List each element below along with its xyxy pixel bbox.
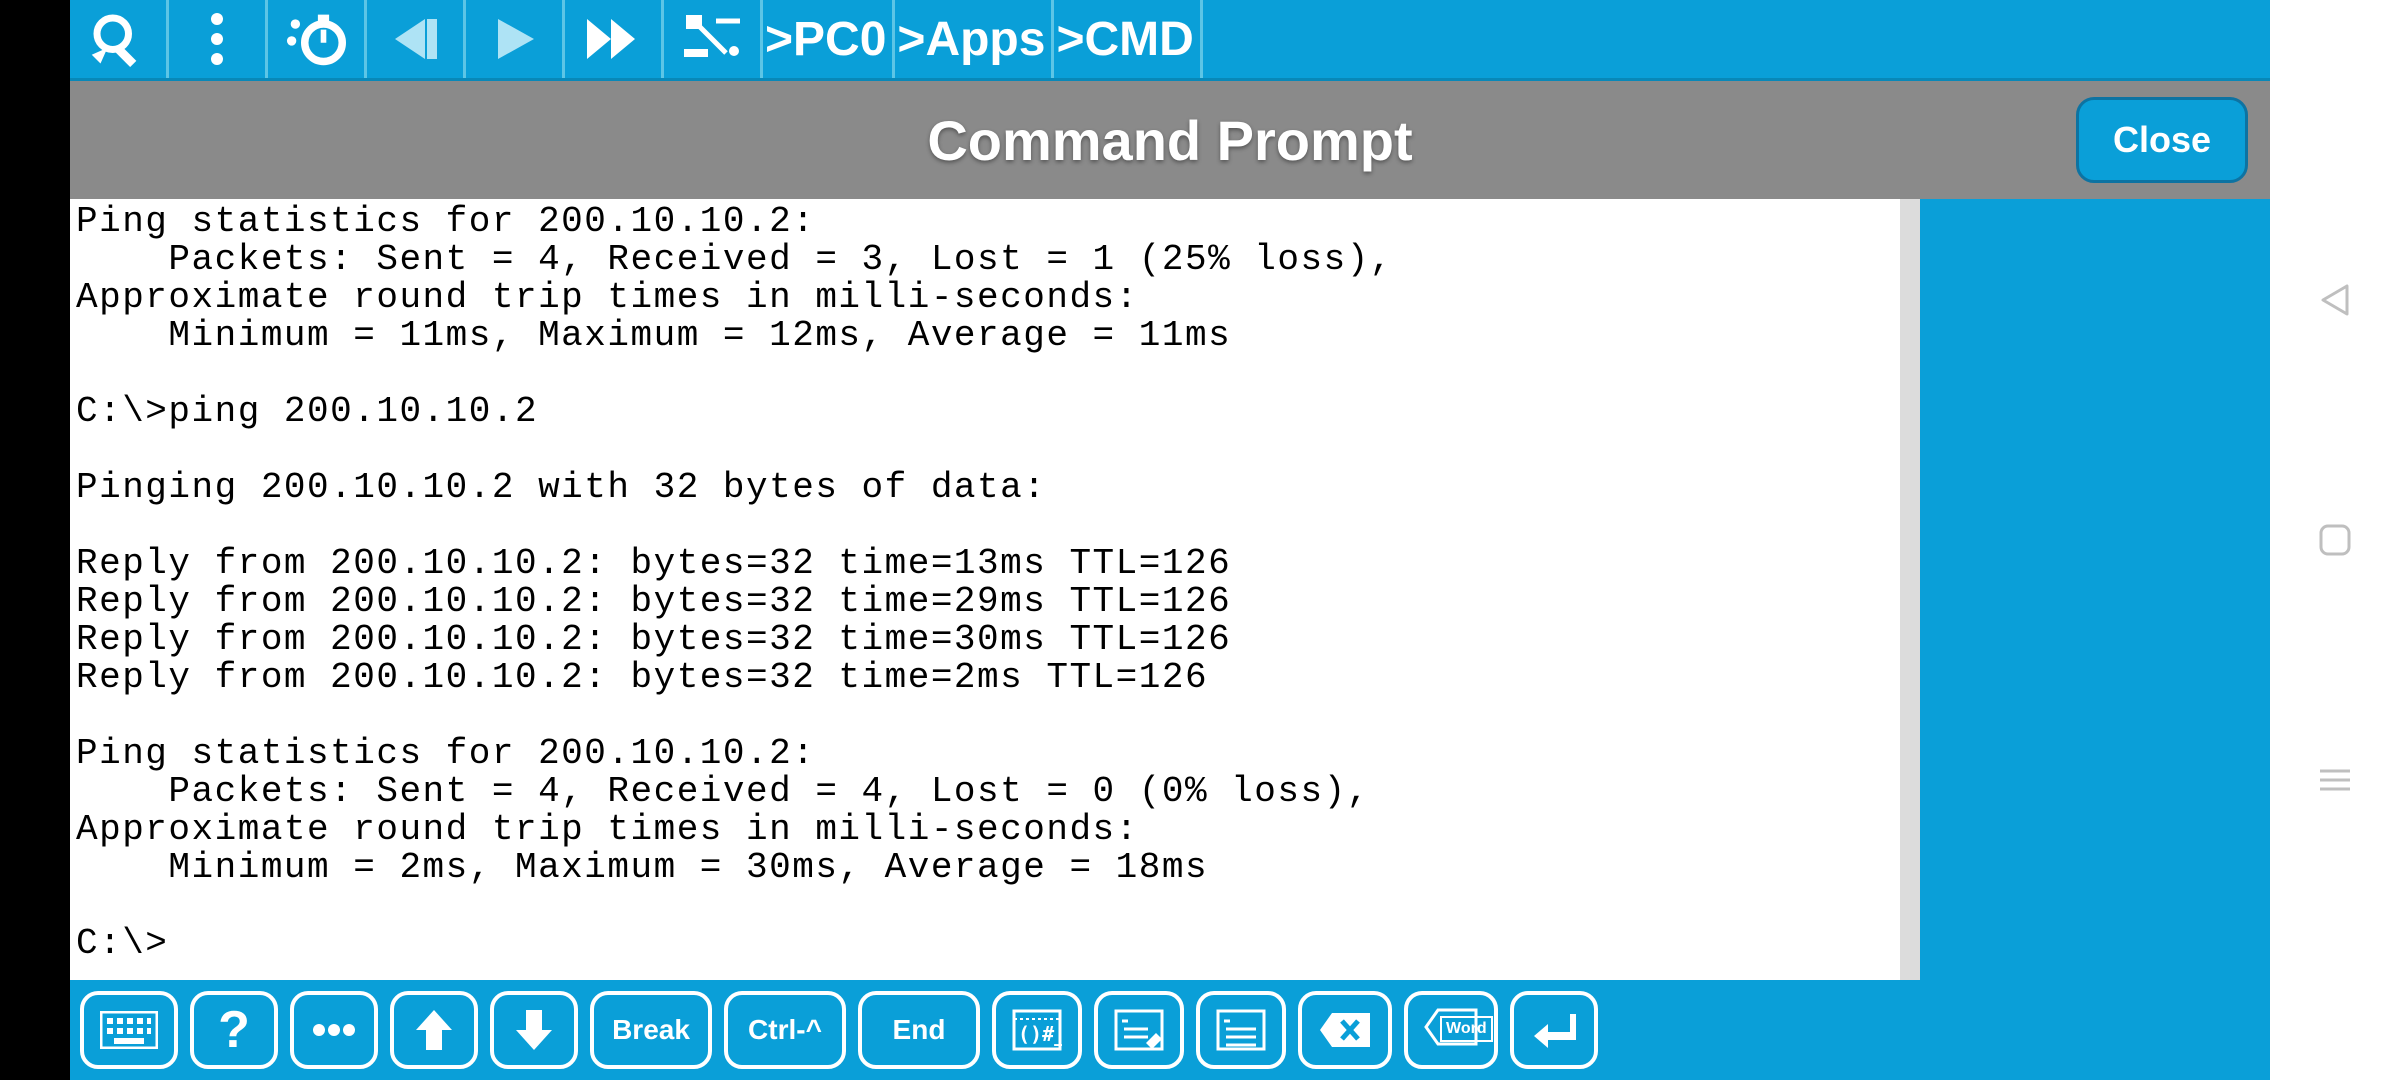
script-edit-icon xyxy=(1114,1009,1164,1051)
more-commands-button[interactable] xyxy=(290,991,378,1069)
android-recent-button[interactable] xyxy=(2311,756,2359,804)
script-list-icon xyxy=(1216,1009,1266,1051)
play-icon xyxy=(490,15,538,63)
android-home-icon xyxy=(2318,523,2352,557)
step-back-icon xyxy=(391,15,439,63)
android-nav-bar xyxy=(2270,0,2400,1080)
breadcrumb-apps[interactable]: >Apps xyxy=(895,0,1054,78)
backspace-icon xyxy=(1318,1011,1372,1049)
more-vertical-icon xyxy=(207,13,227,65)
window-header: Command Prompt Close xyxy=(70,81,2270,199)
fast-forward-button[interactable] xyxy=(565,0,664,78)
android-back-button[interactable] xyxy=(2311,276,2359,324)
end-button[interactable]: End xyxy=(858,991,980,1069)
break-button[interactable]: Break xyxy=(590,991,712,1069)
close-button[interactable]: Close xyxy=(2076,97,2248,183)
terminal-pane: Ping statistics for 200.10.10.2: Packets… xyxy=(70,199,1920,980)
ctrl-button[interactable]: Ctrl-^ xyxy=(724,991,846,1069)
timer-button[interactable] xyxy=(268,0,367,78)
top-toolbar: >PC0 >Apps >CMD xyxy=(70,0,2270,81)
arrow-up-icon xyxy=(414,1008,454,1052)
enter-icon xyxy=(1530,1010,1578,1050)
help-button[interactable]: ? xyxy=(190,991,278,1069)
script-list-button[interactable] xyxy=(1196,991,1286,1069)
script-edit-button[interactable] xyxy=(1094,991,1184,1069)
more-button[interactable] xyxy=(169,0,268,78)
question-icon: ? xyxy=(218,1000,250,1060)
topology-button[interactable] xyxy=(664,0,763,78)
bottom-toolbar: ? Break Ctrl-^ End ()#_ xyxy=(70,980,2270,1080)
window-title: Command Prompt xyxy=(70,108,2270,173)
right-gutter xyxy=(1920,199,2270,980)
variables-button[interactable]: ()#_ xyxy=(992,991,1082,1069)
breadcrumb: >PC0 >Apps >CMD xyxy=(763,0,1203,78)
pillarbox-left xyxy=(0,0,70,1080)
search-icon xyxy=(90,11,146,67)
arrow-down-button[interactable] xyxy=(490,991,578,1069)
breadcrumb-cmd[interactable]: >CMD xyxy=(1054,0,1202,78)
enter-button[interactable] xyxy=(1510,991,1598,1069)
step-back-button[interactable] xyxy=(367,0,466,78)
android-home-button[interactable] xyxy=(2311,516,2359,564)
breadcrumb-pc[interactable]: >PC0 xyxy=(763,0,895,78)
topology-icon xyxy=(682,13,742,65)
word-label: Word xyxy=(1440,1016,1493,1042)
terminal-output[interactable]: Ping statistics for 200.10.10.2: Packets… xyxy=(70,199,1900,980)
word-button[interactable]: Word xyxy=(1404,991,1498,1069)
variables-icon: ()#_ xyxy=(1012,1009,1062,1051)
keyboard-button[interactable] xyxy=(80,991,178,1069)
svg-text:()#_: ()#_ xyxy=(1018,1022,1062,1046)
backspace-button[interactable] xyxy=(1298,991,1392,1069)
inspect-button[interactable] xyxy=(70,0,169,78)
terminal-scrollbar[interactable] xyxy=(1900,199,1920,980)
play-button[interactable] xyxy=(466,0,565,78)
ellipsis-icon xyxy=(311,1022,357,1038)
timer-icon xyxy=(286,11,346,67)
arrow-up-button[interactable] xyxy=(390,991,478,1069)
main-content: Ping statistics for 200.10.10.2: Packets… xyxy=(70,199,2270,980)
arrow-down-icon xyxy=(514,1008,554,1052)
android-recent-icon xyxy=(2318,767,2352,793)
fast-forward-icon xyxy=(585,17,641,61)
android-back-icon xyxy=(2317,282,2353,318)
keyboard-icon xyxy=(100,1011,158,1049)
app-frame: >PC0 >Apps >CMD Command Prompt Close Pin… xyxy=(70,0,2270,1080)
